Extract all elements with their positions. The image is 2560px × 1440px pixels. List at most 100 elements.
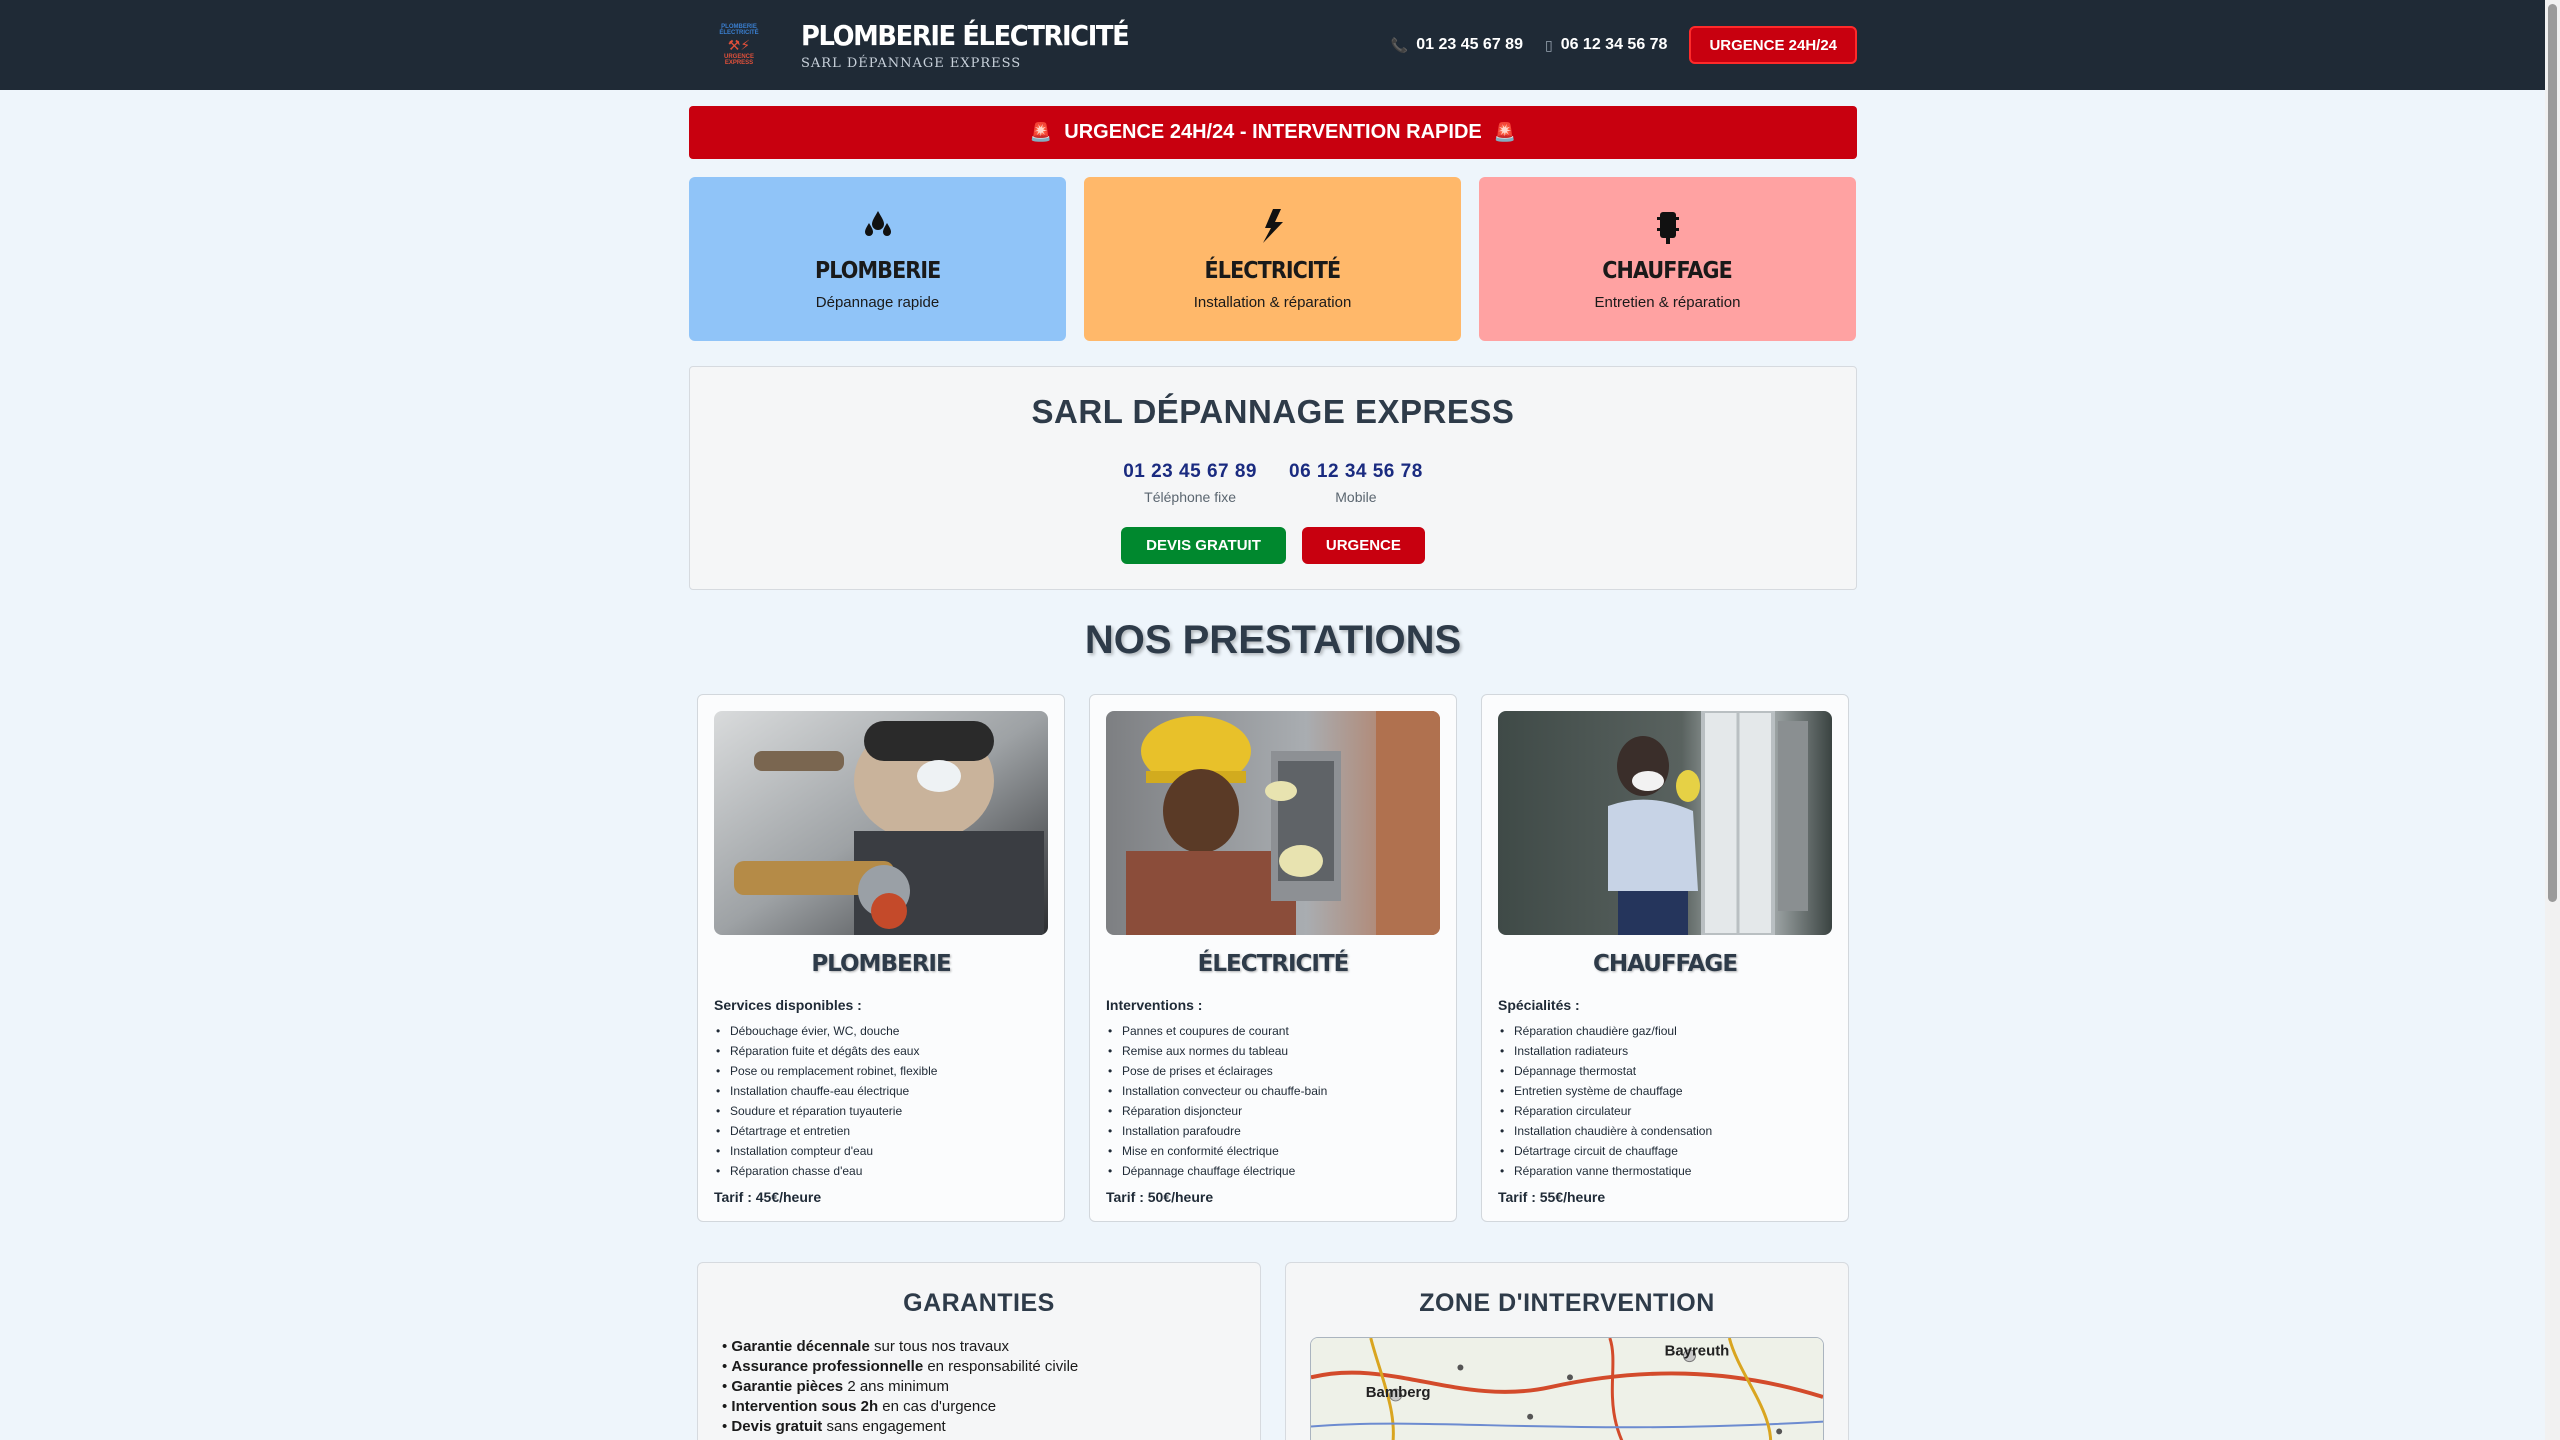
prestation-card-electricite: ÉLECTRICITÉ Interventions : Pannes et co… <box>1089 694 1457 1222</box>
siren-icon: 🚨 <box>1493 122 1517 142</box>
phone-number: 06 12 34 56 78 <box>1289 461 1423 482</box>
guarantees-title: GARANTIES <box>903 1289 1055 1317</box>
company-phone-fixed[interactable]: 01 23 45 67 89 Téléphone fixe <box>1123 461 1257 505</box>
company-name: SARL DÉPANNAGE EXPRESS <box>1031 393 1515 430</box>
prestation-lead: Interventions : <box>1106 997 1203 1013</box>
logo-artwork: PLOMBERIE ÉLECTRICITÉ ⚒⚡ URGENCE EXPRESS <box>719 24 759 66</box>
list-item: • Garantie pièces 2 ans minimum <box>722 1378 950 1395</box>
list-item: • Garantie décennale sur tous nos travau… <box>722 1338 1010 1355</box>
list-item: Pose ou remplacement robinet, flexible <box>714 1061 1054 1081</box>
list-item: Réparation chaudière gaz/fioul <box>1498 1021 1838 1041</box>
zone-map[interactable]: Bayreuth Bamberg <box>1310 1337 1824 1440</box>
phone-label: Mobile <box>1335 489 1377 505</box>
list-item: Installation chauffe-eau électrique <box>714 1081 1054 1101</box>
list-item: Installation compteur d'eau <box>714 1141 1054 1161</box>
site-title[interactable]: PLOMBERIE ÉLECTRICITÉ <box>801 19 1130 52</box>
company-info-box: SARL DÉPANNAGE EXPRESS 01 23 45 67 89 Té… <box>689 366 1857 590</box>
prestation-list: Pannes et coupures de courant Remise aux… <box>1106 1021 1446 1181</box>
company-logo[interactable]: PLOMBERIE ÉLECTRICITÉ ⚒⚡ URGENCE EXPRESS <box>689 0 789 90</box>
lightning-icon <box>1259 208 1287 252</box>
map-label-bayreuth: Bayreuth <box>1665 1344 1730 1360</box>
company-actions: DEVIS GRATUIT URGENCE <box>690 527 1856 564</box>
list-item: Réparation circulateur <box>1498 1101 1838 1121</box>
header-inner: PLOMBERIE ÉLECTRICITÉ ⚒⚡ URGENCE EXPRESS P… <box>689 0 1857 90</box>
guarantees-box: GARANTIES • Garantie décennale sur tous … <box>697 1262 1261 1440</box>
list-item: Réparation chasse d'eau <box>714 1161 1054 1181</box>
urgent-button[interactable]: URGENCE <box>1301 527 1425 564</box>
prestation-card-chauffage: CHAUFFAGE Spécialités : Réparation chaud… <box>1481 694 1849 1222</box>
service-card-subtitle: Entretien & réparation <box>1594 293 1741 311</box>
phone-icon: 📞 <box>1390 36 1409 53</box>
zone-title: ZONE D'INTERVENTION <box>1419 1289 1715 1317</box>
prestation-title: ÉLECTRICITÉ <box>1197 951 1350 977</box>
header-contact: 📞 01 23 45 67 89 ▯ 06 12 34 56 78 URGENC… <box>1391 26 1857 64</box>
prestation-title: CHAUFFAGE <box>1592 951 1738 977</box>
prestation-list: Réparation chaudière gaz/fioul Installat… <box>1498 1021 1838 1181</box>
list-item: • Assurance professionnelle en responsab… <box>722 1358 1079 1375</box>
service-card-electricite[interactable]: ÉLECTRICITÉ Installation & réparation <box>1084 177 1461 341</box>
list-item: Détartrage circuit de chauffage <box>1498 1141 1838 1161</box>
service-card-plomberie[interactable]: PLOMBERIE Dépannage rapide <box>689 177 1066 341</box>
service-card-chauffage[interactable]: CHAUFFAGE Entretien & réparation <box>1479 177 1856 341</box>
water-drops-icon <box>863 208 893 252</box>
list-item: Détartrage et entretien <box>714 1121 1054 1141</box>
service-card-subtitle: Dépannage rapide <box>815 293 940 311</box>
list-item: Dépannage thermostat <box>1498 1061 1838 1081</box>
list-item: Remise aux normes du tableau <box>1106 1041 1446 1061</box>
tools-icon: ⚒⚡ <box>727 37 751 53</box>
list-item: Réparation fuite et dégâts des eaux <box>714 1041 1054 1061</box>
list-item: Installation parafoudre <box>1106 1121 1446 1141</box>
service-card-title: CHAUFFAGE <box>1602 257 1734 284</box>
header-phone-fixed-number: 01 23 45 67 89 <box>1416 36 1523 53</box>
prestation-rate: Tarif : 50€/heure <box>1106 1189 1214 1205</box>
emergency-banner: 🚨 URGENCE 24H/24 - INTERVENTION RAPIDE 🚨 <box>689 106 1857 159</box>
mobile-icon: ▯ <box>1544 36 1553 53</box>
list-item: Soudure et réparation tuyauterie <box>714 1101 1054 1121</box>
list-item: Installation chaudière à condensation <box>1498 1121 1838 1141</box>
company-phones: 01 23 45 67 89 Téléphone fixe 06 12 34 5… <box>690 461 1856 505</box>
service-card-title: PLOMBERIE <box>814 257 941 284</box>
site-subtitle: SARL DÉPANNAGE EXPRESS <box>801 56 1022 71</box>
prestation-rate: Tarif : 55€/heure <box>1498 1189 1606 1205</box>
header-phone-mobile-number: 06 12 34 56 78 <box>1560 36 1668 53</box>
prestations-title: NOS PRESTATIONS <box>1084 618 1462 662</box>
brand: PLOMBERIE ÉLECTRICITÉ SARL DÉPANNAGE EXP… <box>801 19 1157 71</box>
plumber-photo <box>714 711 1048 935</box>
heating-photo <box>1498 711 1832 935</box>
list-item: Pannes et coupures de courant <box>1106 1021 1446 1041</box>
scrollbar-thumb[interactable] <box>2548 4 2557 902</box>
list-item: Dépannage chauffage électrique <box>1106 1161 1446 1181</box>
phone-label: Téléphone fixe <box>1144 489 1237 505</box>
emergency-banner-text: URGENCE 24H/24 - INTERVENTION RAPIDE <box>1064 121 1482 143</box>
list-item: Débouchage évier, WC, douche <box>714 1021 1054 1041</box>
siren-icon: 🚨 <box>1029 122 1053 142</box>
prestation-rate: Tarif : 45€/heure <box>714 1189 822 1205</box>
prestation-list: Débouchage évier, WC, douche Réparation … <box>714 1021 1054 1181</box>
list-item: Entretien système de chauffage <box>1498 1081 1838 1101</box>
service-card-title: ÉLECTRICITÉ <box>1204 257 1342 284</box>
page-scrollbar[interactable] <box>2545 0 2560 1440</box>
top-header: PLOMBERIE ÉLECTRICITÉ ⚒⚡ URGENCE EXPRESS P… <box>0 0 2545 90</box>
prestation-lead: Spécialités : <box>1498 997 1580 1013</box>
phone-number: 01 23 45 67 89 <box>1123 461 1257 482</box>
prestation-lead: Services disponibles : <box>714 997 862 1013</box>
prestation-card-plomberie: PLOMBERIE Services disponibles : Débouch… <box>697 694 1065 1222</box>
service-card-subtitle: Installation & réparation <box>1193 293 1352 311</box>
guarantees-list: • Garantie décennale sur tous nos travau… <box>722 1337 1078 1437</box>
list-item: Installation radiateurs <box>1498 1041 1838 1061</box>
header-phone-fixed[interactable]: 📞 01 23 45 67 89 <box>1391 36 1523 54</box>
list-item: Réparation vanne thermostatique <box>1498 1161 1838 1181</box>
prestation-title: PLOMBERIE <box>811 951 951 977</box>
list-item: • Devis gratuit sans engagement <box>722 1418 946 1435</box>
electrician-photo <box>1106 711 1440 935</box>
list-item: Réparation disjoncteur <box>1106 1101 1446 1121</box>
list-item: • Intervention sous 2h en cas d'urgence <box>722 1398 997 1415</box>
map-label-bamberg: Bamberg <box>1366 1385 1431 1401</box>
free-quote-button[interactable]: DEVIS GRATUIT <box>1121 527 1286 564</box>
list-item: Pose de prises et éclairages <box>1106 1061 1446 1081</box>
company-phone-mobile[interactable]: 06 12 34 56 78 Mobile <box>1289 461 1423 505</box>
list-item: Mise en conformité électrique <box>1106 1141 1446 1161</box>
header-urgent-button[interactable]: URGENCE 24H/24 <box>1689 26 1857 64</box>
zone-box: ZONE D'INTERVENTION Bayreuth Bamberg <box>1285 1262 1849 1440</box>
header-phone-mobile[interactable]: ▯ 06 12 34 56 78 <box>1545 36 1667 54</box>
